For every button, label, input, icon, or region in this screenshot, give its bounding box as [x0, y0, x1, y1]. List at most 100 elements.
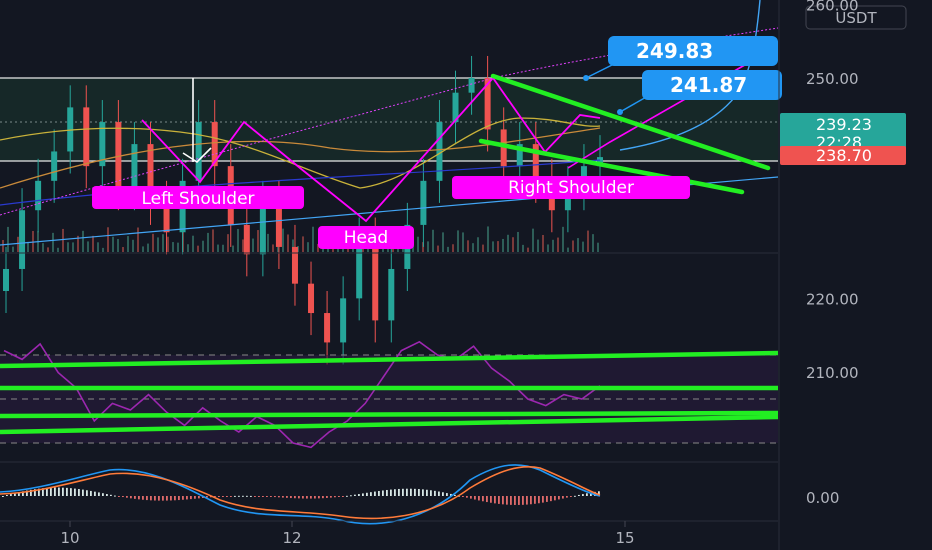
macd-hist-bar	[578, 494, 580, 496]
macd-hist-bar	[2, 496, 4, 497]
volume-bar	[232, 245, 234, 252]
macd-hist-bar	[190, 496, 192, 500]
macd-hist-bar	[478, 496, 480, 501]
candle-body	[324, 313, 331, 343]
candle-body	[131, 144, 138, 189]
macd-hist-bar	[526, 496, 528, 505]
volume-bar	[187, 244, 189, 252]
volume-bar	[457, 230, 459, 252]
price-tick-label: 220.00	[806, 290, 859, 308]
volume-bar	[592, 234, 594, 252]
macd-hist-bar	[346, 495, 348, 497]
macd-hist-bar	[322, 496, 324, 499]
candle-body	[291, 246, 298, 284]
macd-hist-bar	[302, 496, 304, 499]
volume-bar	[167, 236, 169, 252]
macd-hist-bar	[58, 487, 60, 496]
macd-hist-bar	[118, 496, 120, 497]
macd-hist-bar	[258, 496, 260, 497]
macd-hist-bar	[390, 489, 392, 496]
macd-hist-bar	[474, 496, 476, 500]
macd-hist-bar	[242, 495, 244, 497]
macd-hist-bar	[142, 496, 144, 500]
trading-chart[interactable]: 249.83 241.87 Left Shoulder Head Right S…	[0, 0, 932, 550]
macd-hist-bar	[266, 496, 268, 497]
volume-bar	[507, 234, 509, 252]
volume-bar	[452, 244, 454, 252]
macd-hist-bar	[94, 491, 96, 496]
macd-zero-label: 0.00	[806, 489, 839, 507]
macd-hist-bar	[154, 496, 156, 501]
macd-hist-bar	[570, 496, 572, 497]
rsi-pane[interactable]	[0, 340, 779, 449]
volume-bar	[557, 237, 559, 252]
time-tick-label: 15	[615, 529, 634, 547]
macd-hist-bar	[482, 496, 484, 502]
callout-anchor-2	[617, 109, 623, 115]
time-tick-label: 10	[60, 529, 79, 547]
macd-hist-bar	[50, 487, 52, 496]
volume-bar	[97, 242, 99, 252]
volume-bar	[307, 242, 309, 252]
volume-bar	[552, 239, 554, 252]
volume-bar	[117, 239, 119, 252]
macd-hist-bar	[382, 490, 384, 496]
volume-bar	[62, 228, 64, 252]
volume-bar	[502, 238, 504, 252]
volume-bar	[482, 244, 484, 252]
macd-hist-bar	[314, 496, 316, 499]
macd-hist-bar	[186, 496, 188, 500]
volume-bar	[222, 244, 224, 252]
macd-hist-bar	[494, 496, 496, 504]
macd-hist-bar	[310, 496, 312, 499]
macd-hist-bar	[86, 490, 88, 496]
macd-hist-bar	[506, 496, 508, 505]
volume-bar	[472, 243, 474, 252]
macd-hist-bar	[510, 496, 512, 505]
volume-bar	[252, 238, 254, 252]
macd-hist-bar	[338, 496, 340, 497]
volume-bar	[12, 246, 14, 252]
volume-bar	[172, 242, 174, 252]
macd-hist-bar	[298, 496, 300, 499]
macd-hist-bar	[554, 496, 556, 501]
macd-hist-bar	[102, 493, 104, 496]
volume-bar	[162, 234, 164, 252]
volume-bar	[467, 240, 469, 252]
macd-hist-bar	[394, 489, 396, 496]
volume-bar	[302, 236, 304, 252]
volume-bar	[7, 226, 9, 252]
macd-hist-bar	[326, 496, 328, 498]
macd-hist-bar	[502, 496, 504, 505]
macd-hist-bar	[98, 492, 100, 496]
macd-hist-bar	[194, 496, 196, 499]
volume-bar	[562, 226, 564, 252]
macd-hist-bar	[230, 496, 232, 497]
volume-bar	[157, 237, 159, 252]
macd-hist-bar	[166, 496, 168, 501]
volume-bar	[42, 243, 44, 252]
volume-bar	[597, 242, 599, 252]
macd-hist-bar	[170, 496, 172, 501]
volume-bar	[242, 239, 244, 252]
volume-bar	[282, 228, 284, 252]
macd-hist-bar	[82, 489, 84, 496]
macd-hist-bar	[330, 496, 332, 498]
macd-hist-bar	[518, 496, 520, 505]
callout-anchor-1	[583, 75, 589, 81]
candle-body	[372, 239, 379, 321]
macd-hist-bar	[350, 495, 352, 497]
macd-hist-bar	[282, 496, 284, 498]
macd-hist-bar	[198, 496, 200, 499]
volume-bar	[547, 244, 549, 252]
macd-hist-bar	[378, 490, 380, 496]
macd-hist-bar	[318, 496, 320, 499]
volume-bar	[122, 247, 124, 252]
volume-bar	[102, 247, 104, 252]
macd-hist-bar	[530, 496, 532, 505]
macd-hist-bar	[294, 496, 296, 499]
volume-bar	[212, 229, 214, 252]
volume-bar	[152, 233, 154, 252]
volume-bar	[517, 231, 519, 252]
volume-bar	[92, 235, 94, 252]
